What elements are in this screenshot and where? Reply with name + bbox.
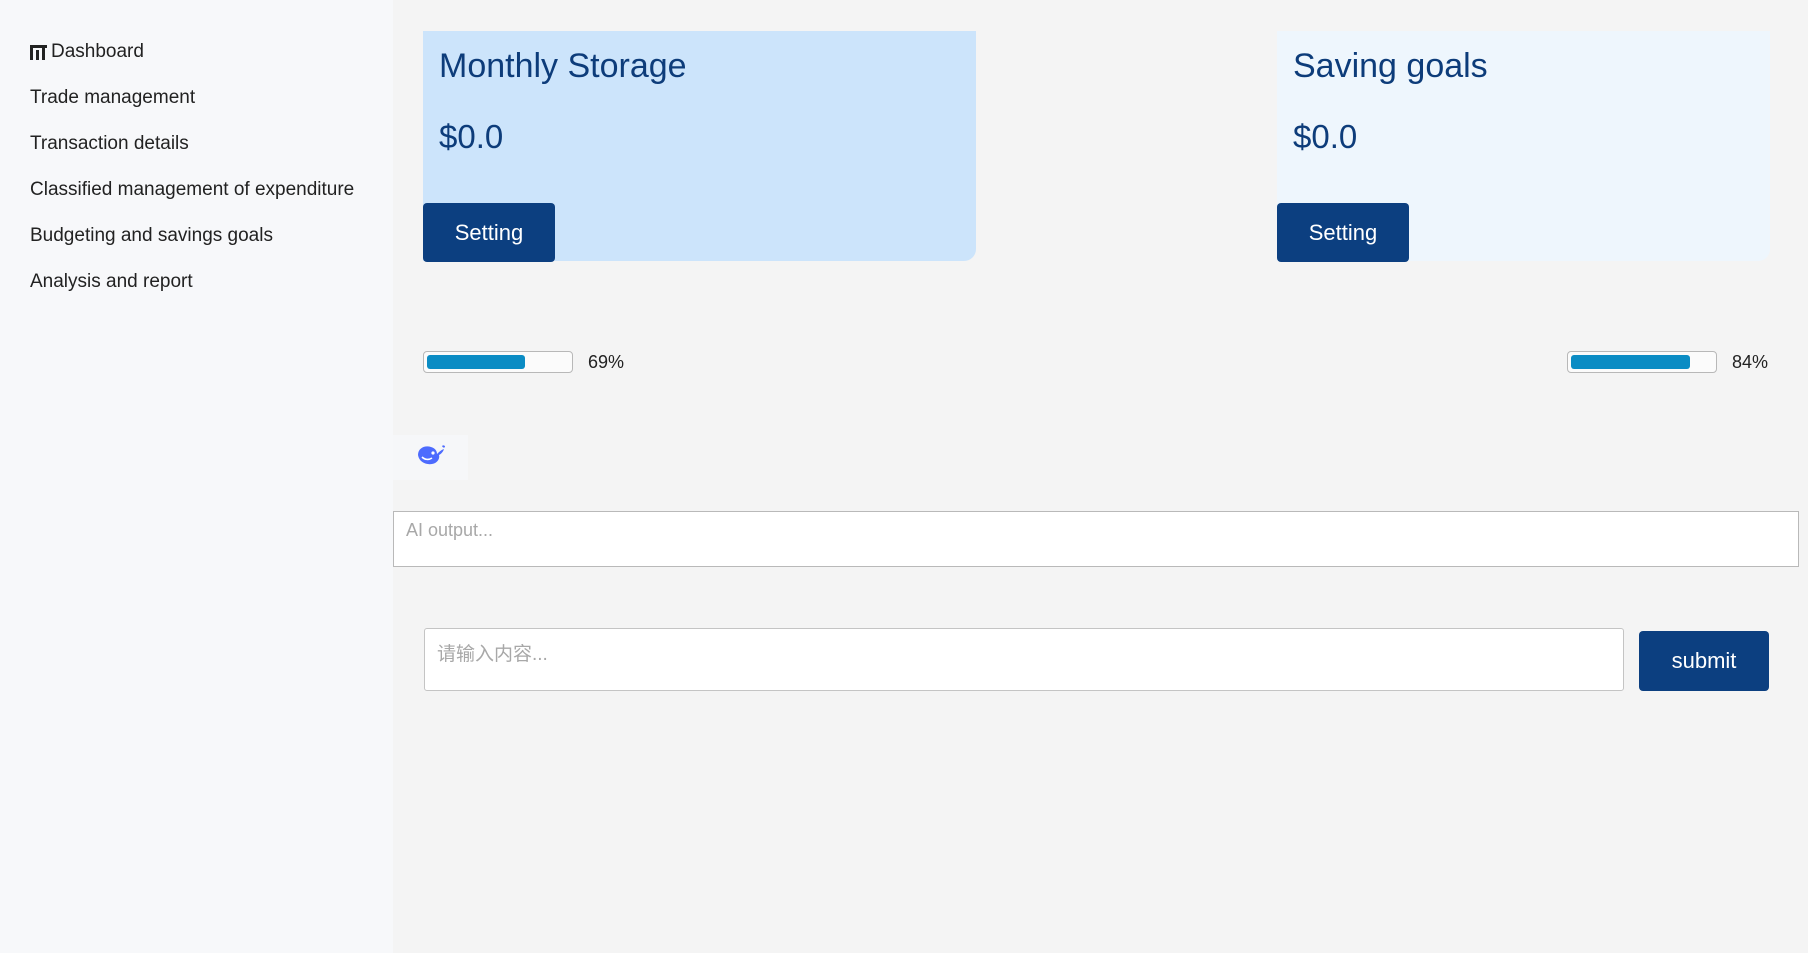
whale-icon [416,443,446,472]
ai-output-field[interactable] [393,511,1799,567]
sidebar-item-budgeting-savings[interactable]: Budgeting and savings goals [0,213,393,259]
card-title: Saving goals [1293,47,1488,85]
saving-progress: 84% [1567,351,1768,373]
chat-input[interactable] [424,628,1624,691]
sidebar-item-analysis-report[interactable]: Analysis and report [0,259,393,305]
sidebar-item-label: Budgeting and savings goals [30,225,273,246]
saving-setting-button[interactable]: Setting [1277,203,1409,262]
bar-chart-icon [30,44,47,60]
monthly-progress: 69% [423,351,624,373]
app-root: Dashboard Trade management Transaction d… [0,0,1808,953]
monthly-setting-button[interactable]: Setting [423,203,555,262]
progress-label: 69% [588,351,625,372]
saving-goals-card: Saving goals $0.0 Setting [1277,31,1770,262]
sidebar-item-label: Transaction details [30,133,189,154]
sidebar-item-label: Dashboard [51,41,144,62]
progress-track [1567,351,1717,373]
monthly-storage-card: Monthly Storage $0.0 Setting [423,31,976,262]
sidebar-item-dashboard[interactable]: Dashboard [0,29,393,75]
sidebar-item-label: Trade management [30,87,196,108]
submit-button[interactable]: submit [1639,631,1769,691]
ai-logo-button[interactable] [393,435,468,480]
sidebar-item-transaction-details[interactable]: Transaction details [0,121,393,167]
sidebar-item-label: Analysis and report [30,271,193,292]
sidebar: Dashboard Trade management Transaction d… [0,0,393,953]
sidebar-item-label: Classified management of expenditure [30,179,355,200]
sidebar-item-trade-management[interactable]: Trade management [0,75,393,121]
progress-track [423,351,573,373]
card-amount: $0.0 [1293,118,1358,155]
sidebar-item-classified-expenditure[interactable]: Classified management of expenditure [0,167,393,213]
progress-fill [1571,355,1691,369]
progress-fill [427,355,525,369]
card-amount: $0.0 [439,118,504,155]
card-title: Monthly Storage [439,47,687,85]
progress-label: 84% [1732,351,1769,372]
